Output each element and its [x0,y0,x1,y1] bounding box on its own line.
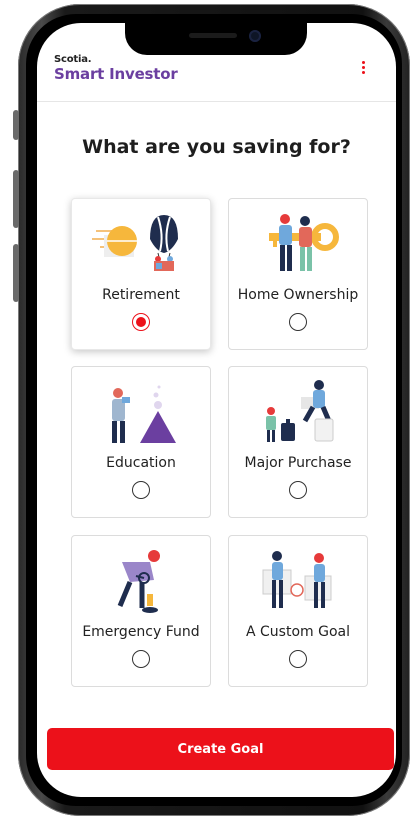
goal-label: Retirement [102,287,180,303]
magnifier-coin-illustration [117,550,160,613]
goal-card-home-ownership[interactable]: Home Ownership [228,198,368,350]
hot-air-balloon-illustration [92,215,178,271]
goal-exchange-illustration [262,551,332,608]
goal-card-custom-goal[interactable]: A Custom Goal [228,535,368,687]
radio-unselected[interactable] [289,313,307,331]
app-header: Scotia. Smart Investor [37,53,396,102]
vertical-dots-icon[interactable] [358,59,368,81]
app-screen: Scotia. Smart Investor What are you savi… [37,23,396,797]
radio-unselected[interactable] [132,481,150,499]
create-goal-button[interactable]: Create Goal [47,728,394,770]
radio-unselected[interactable] [289,481,307,499]
goal-card-emergency-fund[interactable]: Emergency Fund [71,535,211,687]
goal-label: A Custom Goal [246,624,350,640]
brand-logo-smart-investor: Smart Investor [54,65,178,83]
radio-unselected[interactable] [289,650,307,668]
goal-label: Education [106,455,176,471]
goal-card-retirement[interactable]: Retirement [71,198,211,350]
goal-label: Major Purchase [244,455,352,471]
front-camera-icon [249,30,261,42]
radio-selected[interactable] [132,313,150,331]
travel-luggage-illustration [266,380,334,442]
phone-volume-up [13,170,19,228]
speaker-grill [189,33,237,38]
page-title: What are you saving for? [82,136,351,158]
student-reading-illustration [112,385,176,443]
goal-label: Emergency Fund [82,624,200,640]
goal-card-major-purchase[interactable]: Major Purchase [228,366,368,518]
phone-mute-switch [13,110,19,140]
house-key-illustration [269,214,339,271]
phone-notch [125,23,307,55]
brand-logo-scotia: Scotia. [54,54,92,65]
phone-volume-down [13,244,19,302]
goal-card-education[interactable]: Education [71,366,211,518]
goal-label: Home Ownership [237,287,359,303]
radio-unselected[interactable] [132,650,150,668]
